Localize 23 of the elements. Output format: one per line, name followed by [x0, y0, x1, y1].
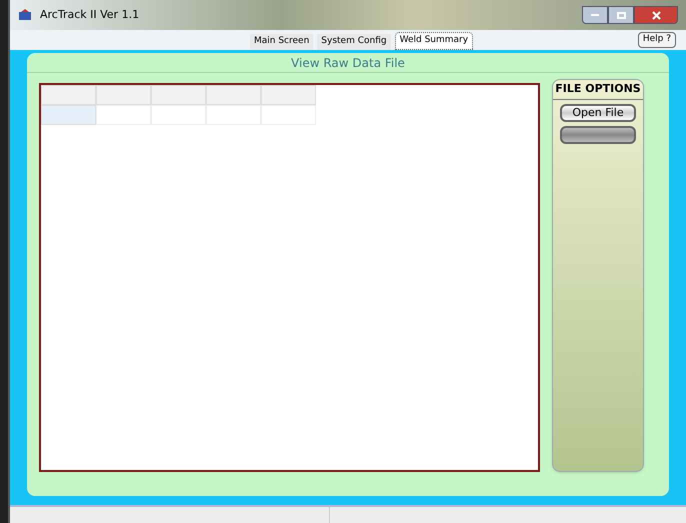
table-cell: [206, 105, 261, 125]
panel-title: View Raw Data File: [27, 53, 669, 73]
app-icon: [18, 9, 32, 21]
minimize-button[interactable]: [582, 6, 608, 24]
close-button[interactable]: [634, 6, 678, 24]
table-cell: [261, 105, 316, 125]
row-header: [41, 105, 96, 125]
table-cell: [96, 105, 151, 125]
column-header: [96, 85, 151, 105]
maximize-button[interactable]: [608, 6, 634, 24]
help-button[interactable]: Help ?: [638, 32, 676, 48]
tab[interactable]: Weld Summary: [394, 32, 474, 50]
window-title: ArcTrack II Ver 1.1: [40, 6, 140, 23]
table-cell: [151, 105, 206, 125]
close-icon: [652, 10, 660, 20]
column-header: [41, 85, 96, 105]
tab[interactable]: Main Screen: [250, 34, 314, 50]
column-header: [261, 85, 316, 105]
file-button[interactable]: Open File: [560, 104, 636, 122]
column-header: [151, 85, 206, 105]
column-header: [206, 85, 261, 105]
tab[interactable]: System Config: [317, 34, 391, 50]
options-title: FILE OPTIONS: [553, 80, 643, 100]
